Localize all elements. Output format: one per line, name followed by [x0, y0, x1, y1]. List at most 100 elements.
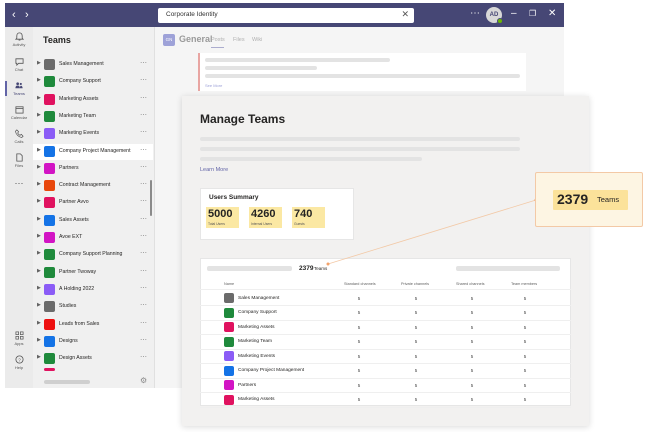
- team-item[interactable]: ▶ Designs ⋯: [33, 334, 153, 350]
- expand-caret-icon[interactable]: ▶: [37, 129, 41, 135]
- col-header-shared[interactable]: Shared channels: [456, 282, 485, 286]
- more-options-icon[interactable]: ⋯: [140, 336, 147, 344]
- team-avatar: [44, 180, 55, 192]
- table-cell: 5: [470, 339, 474, 344]
- more-options-icon[interactable]: ⋯: [140, 267, 147, 275]
- more-options-icon[interactable]: ⋯: [140, 94, 147, 102]
- rail-activity[interactable]: Activity: [5, 32, 33, 47]
- more-options-icon[interactable]: ⋯: [140, 111, 147, 119]
- more-options-icon[interactable]: ⋯: [140, 284, 147, 292]
- more-options-icon[interactable]: ⋯: [140, 232, 147, 240]
- expand-caret-icon[interactable]: ▶: [37, 320, 41, 326]
- more-options-icon[interactable]: ⋯: [140, 353, 147, 361]
- more-options-icon[interactable]: ⋯: [140, 249, 147, 257]
- table-row-name[interactable]: Company Support: [238, 310, 277, 315]
- expand-caret-icon[interactable]: ▶: [37, 285, 41, 291]
- forward-icon[interactable]: ›: [25, 9, 29, 21]
- table-search-placeholder[interactable]: [456, 266, 560, 271]
- bell-icon: [14, 32, 24, 41]
- team-item[interactable]: ▶ A Holding 2022 ⋯: [33, 282, 153, 298]
- clear-search-icon[interactable]: ✕: [401, 9, 409, 20]
- table-row-name[interactable]: Marketing Assets: [238, 325, 275, 330]
- tab-posts[interactable]: Posts: [211, 37, 225, 43]
- table-row-name[interactable]: Company Project Management: [238, 368, 304, 373]
- see-more-link[interactable]: See More: [205, 83, 222, 88]
- table-cell: 5: [414, 397, 418, 402]
- teams-scrollbar[interactable]: [150, 180, 152, 216]
- expand-caret-icon[interactable]: ▶: [37, 302, 41, 308]
- expand-caret-icon[interactable]: ▶: [37, 216, 41, 222]
- more-options-icon[interactable]: ⋯: [140, 128, 147, 136]
- rail-apps[interactable]: Apps: [5, 331, 33, 346]
- table-filter-placeholder[interactable]: [207, 266, 292, 271]
- expand-caret-icon[interactable]: ▶: [37, 181, 41, 187]
- search-input[interactable]: Corporate Identity ✕: [158, 8, 414, 23]
- team-item[interactable]: ▶ Marketing Events ⋯: [33, 126, 153, 142]
- rail-calls[interactable]: Calls: [5, 129, 33, 144]
- maximize-icon[interactable]: ❐: [529, 9, 536, 18]
- back-icon[interactable]: ‹: [12, 9, 16, 21]
- more-options-icon[interactable]: ⋯: [140, 197, 147, 205]
- avatar[interactable]: AD: [486, 7, 503, 24]
- more-options-icon[interactable]: ⋯: [140, 215, 147, 223]
- table-row-name[interactable]: Sales Management: [238, 296, 279, 301]
- team-item[interactable]: ▶ Leads from Sales ⋯: [33, 317, 153, 333]
- team-item[interactable]: ▶ Design Assets ⋯: [33, 351, 153, 367]
- expand-caret-icon[interactable]: ▶: [37, 95, 41, 101]
- expand-caret-icon[interactable]: ▶: [37, 233, 41, 239]
- table-row-name[interactable]: Partners: [238, 383, 256, 388]
- expand-caret-icon[interactable]: ▶: [37, 198, 41, 204]
- team-item[interactable]: ▶ Partner Avvo ⋯: [33, 195, 153, 211]
- team-item[interactable]: ▶ Marketing Assets ⋯: [33, 92, 153, 108]
- expand-caret-icon[interactable]: ▶: [37, 77, 41, 83]
- expand-caret-icon[interactable]: ▶: [37, 164, 41, 170]
- table-row-name[interactable]: Marketing Assets: [238, 397, 275, 402]
- team-item[interactable]: ▶ Company Support Planning ⋯: [33, 247, 153, 263]
- team-item[interactable]: ▶ Sales Assets ⋯: [33, 213, 153, 229]
- more-options-icon[interactable]: ⋯: [140, 319, 147, 327]
- expand-caret-icon[interactable]: ▶: [37, 268, 41, 274]
- team-item[interactable]: ▶ Partner Twoway ⋯: [33, 265, 153, 281]
- team-item[interactable]: ▶ Marketing Team ⋯: [33, 109, 153, 125]
- table-row-name[interactable]: Marketing Team: [238, 339, 272, 344]
- expand-caret-icon[interactable]: ▶: [37, 112, 41, 118]
- minimize-icon[interactable]: –: [511, 8, 517, 19]
- rail-teams[interactable]: Teams: [5, 81, 33, 96]
- team-item[interactable]: ▶ Sales Management ⋯: [33, 57, 153, 73]
- tab-wiki[interactable]: Wiki: [252, 37, 262, 43]
- file-icon: [15, 153, 23, 162]
- expand-caret-icon[interactable]: ▶: [37, 147, 41, 153]
- col-header-private[interactable]: Private channels: [401, 282, 429, 286]
- rail-calendar[interactable]: Calendar: [5, 105, 33, 120]
- more-options-icon[interactable]: ⋯: [140, 146, 147, 154]
- more-options-icon[interactable]: ⋯: [140, 163, 147, 171]
- more-apps-icon[interactable]: ⋯: [5, 178, 33, 189]
- col-header-members[interactable]: Team members: [511, 282, 537, 286]
- team-item[interactable]: ▶ Studies ⋯: [33, 299, 153, 315]
- more-options-icon[interactable]: ⋯: [140, 301, 147, 309]
- expand-caret-icon[interactable]: ▶: [37, 337, 41, 343]
- more-options-icon[interactable]: ⋯: [140, 59, 147, 67]
- expand-caret-icon[interactable]: ▶: [37, 250, 41, 256]
- rail-help[interactable]: ? Help: [5, 355, 33, 370]
- learn-more-link[interactable]: Learn More: [200, 167, 228, 173]
- team-item[interactable]: ▶ Partners ⋯: [33, 161, 153, 177]
- expand-caret-icon[interactable]: ▶: [37, 354, 41, 360]
- more-options-icon[interactable]: ⋯: [470, 8, 480, 19]
- col-header-standard[interactable]: Standard channels: [344, 282, 376, 286]
- team-item[interactable]: ▶ Company Project Management ⋯: [33, 143, 153, 160]
- team-item[interactable]: ▶ Company Support ⋯: [33, 74, 153, 90]
- rail-files[interactable]: Files: [5, 153, 33, 168]
- table-row-name[interactable]: Marketing Events: [238, 354, 275, 359]
- more-options-icon[interactable]: ⋯: [140, 180, 147, 188]
- rail-chat[interactable]: Chat: [5, 57, 33, 72]
- col-header-name[interactable]: Name: [224, 282, 234, 286]
- expand-caret-icon[interactable]: ▶: [37, 60, 41, 66]
- gear-icon[interactable]: ⚙: [140, 376, 147, 385]
- more-options-icon[interactable]: ⋯: [140, 76, 147, 84]
- tab-files[interactable]: Files: [233, 37, 245, 43]
- team-item[interactable]: ▶ Contract Management ⋯: [33, 178, 153, 194]
- team-name: Studies: [59, 303, 77, 310]
- close-icon[interactable]: ✕: [548, 8, 556, 19]
- team-item[interactable]: ▶ Avoe EXT ⋯: [33, 230, 153, 246]
